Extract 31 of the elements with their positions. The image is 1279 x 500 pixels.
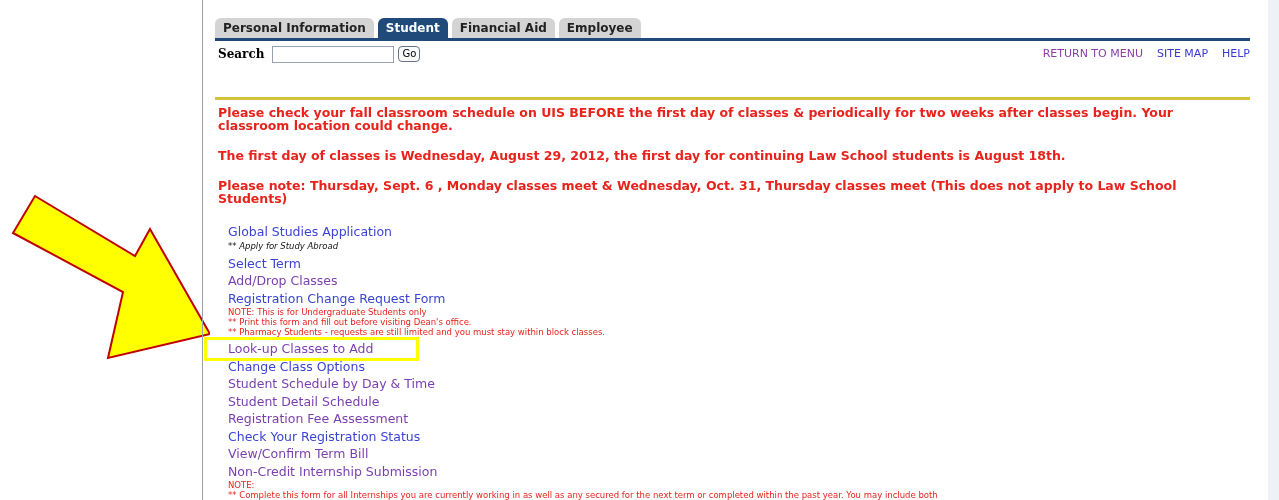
menu-link[interactable]: Change Class Options (228, 357, 365, 375)
note-text: ** Print this form and fill out before visiting Dean's office. (228, 317, 473, 327)
notice-text: Please check your fall classroom schedule on UIS BEFORE the first day of classes & periodically for two weeks after classes begin. Your classroom location could change. (218, 106, 1174, 132)
note-text: ** Pharmacy Students - requests are still limited and you must stay within block classes. (228, 327, 607, 337)
go-button[interactable]: Go (398, 46, 421, 62)
note-text: NOTE: (228, 480, 256, 490)
menu-link[interactable]: Registration Change Request Form (228, 289, 446, 307)
tab[interactable]: Financial Aid (451, 18, 555, 38)
menu-link[interactable]: View/Confirm Term Bill (228, 445, 369, 463)
menu-link[interactable]: Check Your Registration Status (228, 427, 421, 445)
note-text: ** Apply for Study Abroad (228, 240, 340, 252)
search-field[interactable] (272, 45, 395, 63)
search-label: Search (218, 46, 265, 63)
notice-text: Please note: Thursday, Sept. 6 , Monday classes meet & Wednesday, Oct. 31, Thursday classes meet (This does not apply to Law School Students) (218, 179, 1178, 205)
menu-link[interactable]: Look-up Classes to Add (228, 340, 374, 358)
nav-link[interactable]: SITE MAP (1156, 45, 1208, 63)
menu-link[interactable]: Student Detail Schedule (228, 392, 380, 410)
tab[interactable]: Student (377, 18, 448, 38)
tab[interactable]: Employee (558, 18, 641, 38)
tab[interactable]: Personal Information (215, 18, 374, 38)
nav-link[interactable]: RETURN TO MENU (1042, 45, 1143, 63)
note-text: NOTE: This is for Undergraduate Students only (228, 307, 428, 317)
menu-link[interactable]: Non-Credit Internship Submission (228, 462, 438, 480)
nav-link[interactable]: HELP (1222, 45, 1250, 63)
menu-link[interactable]: Global Studies Application (228, 223, 393, 241)
notice-text: The first day of classes is Wednesday, August 29, 2012, the first day for continuing Law School students is August 18th. (218, 149, 1067, 162)
menu-link[interactable]: Student Schedule by Day & Time (228, 375, 435, 393)
menu-link[interactable]: Registration Fee Assessment (228, 410, 409, 428)
menu-link[interactable]: Select Term (228, 254, 301, 272)
menu-link[interactable]: Add/Drop Classes (228, 272, 338, 290)
note-text: ** Complete this form for all Internships you are currently working in as well as any secured for the next term or completed within the past year. You may include both (228, 490, 939, 500)
